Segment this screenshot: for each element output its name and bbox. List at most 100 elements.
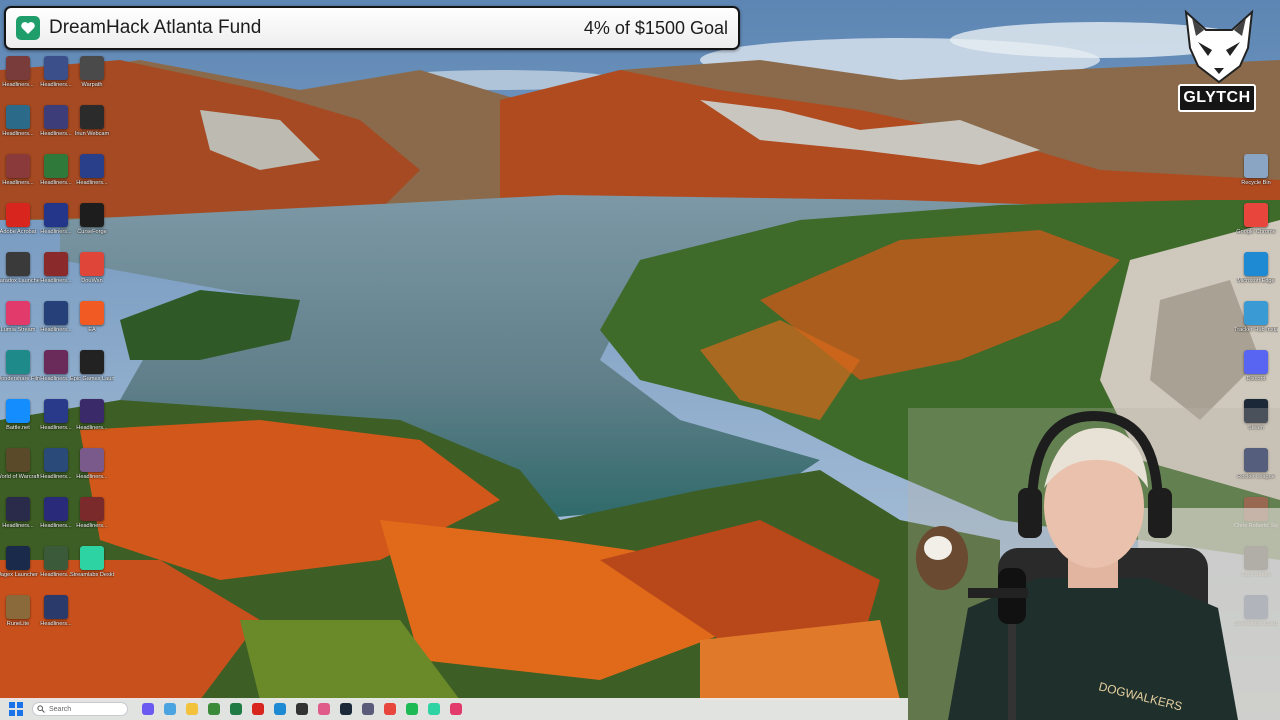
app-icon <box>80 252 104 276</box>
desktop-icon-label: Headliners... <box>40 621 72 627</box>
desktop-icon-label: CurseForge <box>77 229 107 235</box>
app-icon <box>1244 301 1268 325</box>
app-icon <box>6 546 30 570</box>
discord-taskbar-icon[interactable] <box>142 703 154 715</box>
donation-heart-icon <box>16 16 40 40</box>
desktop-icon-label: Recycle Bin <box>1241 180 1271 186</box>
app-icon <box>44 399 68 423</box>
app-icon <box>44 350 68 374</box>
desktop-icon[interactable]: Iriun Webcam <box>70 105 114 151</box>
desktop-icon-label: Streamlabs Desktop <box>70 572 114 578</box>
desktop-icon-label: Headliners... <box>76 523 108 529</box>
desktop-icon[interactable]: Recycle Bin <box>1234 154 1278 200</box>
taskbar: Search <box>0 698 908 720</box>
desktop-icon[interactable]: Google Chrome <box>1234 203 1278 249</box>
desktop-icon-label: DouWan <box>81 278 103 284</box>
app-icon <box>80 546 104 570</box>
desktop-icon-label: Microsoft Edge <box>1237 278 1275 284</box>
app-icon <box>1244 203 1268 227</box>
desktop-icon[interactable]: Headliners... <box>70 497 114 543</box>
app-icon <box>1244 154 1268 178</box>
streamlabs-taskbar-icon[interactable] <box>428 703 440 715</box>
desktop-icon-label: Discord <box>1246 376 1266 382</box>
windows-start-icon[interactable] <box>9 702 23 716</box>
app-icon <box>80 497 104 521</box>
desktop-icon[interactable]: Headliners... <box>34 595 78 641</box>
copilot-taskbar-icon[interactable] <box>164 703 176 715</box>
donation-title: DreamHack Atlanta Fund <box>49 17 262 38</box>
app-icon <box>6 497 30 521</box>
app-icon <box>6 105 30 129</box>
edge-taskbar-icon[interactable] <box>274 703 286 715</box>
taskbar-search-placeholder: Search <box>49 705 72 713</box>
app-icon <box>6 595 30 619</box>
desktop-icon[interactable]: Discord <box>1234 350 1278 396</box>
donation-goal-banner: DreamHack Atlanta Fund 4% of $1500 Goal <box>4 6 740 50</box>
channel-logo: GLYTCH <box>1178 8 1260 112</box>
desktop-icon-label: Warpath <box>81 82 103 88</box>
app-icon <box>80 154 104 178</box>
taskbar-search-box[interactable]: Search <box>32 702 128 716</box>
app-icon <box>44 154 68 178</box>
excel-taskbar-icon[interactable] <box>230 703 242 715</box>
desktop-icon[interactable]: Headliners... <box>70 448 114 494</box>
chrome-taskbar-icon[interactable] <box>384 703 396 715</box>
search-icon <box>37 705 45 713</box>
desktop-icon[interactable]: DouWan <box>70 252 114 298</box>
desktop-icon[interactable]: Microsoft Edge <box>1234 252 1278 298</box>
app-icon <box>44 252 68 276</box>
app-icon <box>1244 252 1268 276</box>
app-icon <box>80 350 104 374</box>
app-icon <box>44 497 68 521</box>
desktop-icon-label: Headliners... <box>76 180 108 186</box>
adobe-taskbar-icon[interactable] <box>252 703 264 715</box>
spotify-taskbar-icon[interactable] <box>406 703 418 715</box>
steam-taskbar-icon[interactable] <box>340 703 352 715</box>
desktop-icon-label: Headliners... <box>76 474 108 480</box>
desktop-icon-label: Iriun Webcam <box>74 131 110 137</box>
app-icon <box>80 301 104 325</box>
desktop-icon[interactable]: Streamlabs Desktop <box>70 546 114 592</box>
desktop-icon-label: Epic Games Launcher <box>70 376 114 382</box>
desktop-icon[interactable]: Tracker Hub Installer <box>1234 301 1278 347</box>
obs-taskbar-icon[interactable] <box>296 703 308 715</box>
app-icon <box>44 301 68 325</box>
donation-progress: 4% of $1500 Goal <box>583 17 728 38</box>
desktop-icon[interactable]: EA <box>70 301 114 347</box>
lumia-taskbar-icon[interactable] <box>450 703 462 715</box>
channel-logo-text: GLYTCH <box>1178 84 1256 112</box>
desktop-icon[interactable]: Headliners... <box>70 154 114 200</box>
app-icon <box>80 448 104 472</box>
app-icon <box>1244 350 1268 374</box>
desktop-icon[interactable]: Epic Games Launcher <box>70 350 114 396</box>
desktop-icon-label: EA <box>88 327 96 333</box>
app-icon <box>44 448 68 472</box>
cursor-taskbar-icon[interactable] <box>362 703 374 715</box>
desktop-icon-label: Google Chrome <box>1236 229 1276 235</box>
app-icon <box>44 595 68 619</box>
app-icon <box>44 56 68 80</box>
app-icon <box>44 105 68 129</box>
paint-taskbar-icon[interactable] <box>318 703 330 715</box>
app-icon <box>6 154 30 178</box>
app-icon <box>6 448 30 472</box>
app-icon <box>6 301 30 325</box>
desktop-icon-label: Headliners... <box>76 425 108 431</box>
app-icon <box>44 546 68 570</box>
webcam-overlay: DOGWALKERS <box>908 408 1280 720</box>
file-explorer-taskbar-icon[interactable] <box>186 703 198 715</box>
app-icon <box>6 56 30 80</box>
desktop-icon[interactable]: CurseForge <box>70 203 114 249</box>
taskbar-apps <box>132 703 462 715</box>
app-icon <box>44 203 68 227</box>
desktop-icon[interactable]: Headliners... <box>70 399 114 445</box>
app-icon <box>80 399 104 423</box>
app-icon <box>6 399 30 423</box>
app-icon <box>80 105 104 129</box>
desktop-icon[interactable]: Warpath <box>70 56 114 102</box>
minecraft-taskbar-icon[interactable] <box>208 703 220 715</box>
app-icon <box>6 252 30 276</box>
app-icon <box>6 203 30 227</box>
app-icon <box>6 350 30 374</box>
app-icon <box>80 56 104 80</box>
